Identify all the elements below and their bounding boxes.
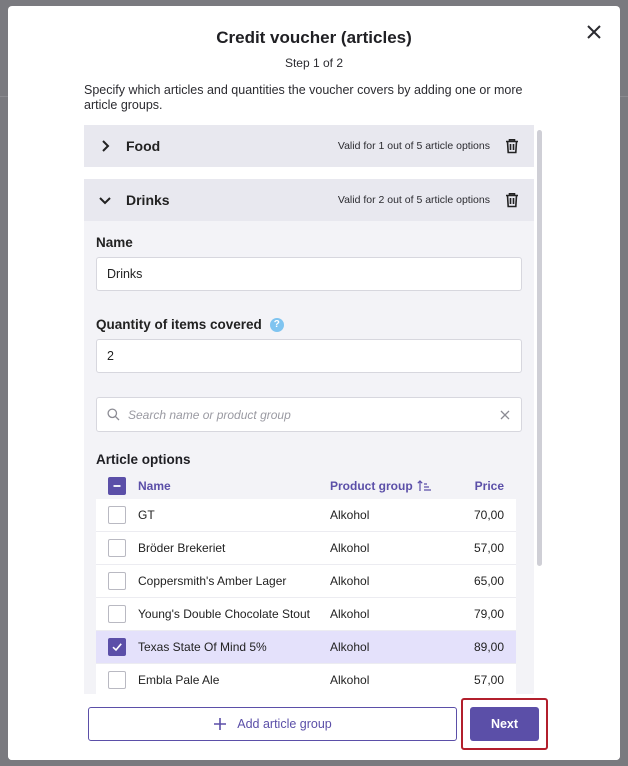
column-header-price[interactable]: Price [450, 479, 504, 493]
table-row[interactable]: Texas State Of Mind 5% Alkohol 89,00 [96, 631, 516, 664]
column-header-product-group[interactable]: Product group [330, 479, 450, 493]
name-label: Name [96, 235, 522, 250]
row-checkbox-cell [96, 572, 138, 590]
row-checkbox[interactable] [108, 605, 126, 623]
group-valid-text: Valid for 1 out of 5 article options [337, 140, 490, 152]
row-checkbox-cell [96, 638, 138, 656]
add-article-group-label: Add article group [237, 717, 332, 731]
group-header-food[interactable]: Food Valid for 1 out of 5 article option… [84, 125, 534, 167]
row-price: 57,00 [473, 673, 504, 687]
modal-title: Credit voucher (articles) [216, 28, 412, 47]
header-checkbox-cell [96, 477, 138, 495]
row-name: Texas State Of Mind 5% [138, 640, 267, 654]
row-checkbox[interactable] [108, 572, 126, 590]
row-checkbox[interactable] [108, 671, 126, 689]
row-group: Alkohol [330, 673, 370, 687]
group-name: Food [126, 138, 161, 154]
add-article-group-button[interactable]: Add article group [88, 707, 457, 741]
group-body-drinks: Name Drinks Quantity of items covered ? … [84, 221, 534, 694]
search-placeholder: Search name or product group [128, 407, 291, 422]
row-checkbox[interactable] [108, 638, 126, 656]
modal-description: Specify which articles and quantities th… [84, 83, 523, 112]
row-group: Alkohol [330, 541, 370, 555]
row-name: Bröder Brekeriet [138, 541, 226, 555]
row-checkbox-cell [96, 539, 138, 557]
chevron-down-icon[interactable] [98, 193, 112, 207]
group-header-drinks[interactable]: Drinks Valid for 2 out of 5 article opti… [84, 179, 534, 221]
table-row[interactable]: Bröder Brekeriet Alkohol 57,00 [96, 532, 516, 565]
row-name: Coppersmith's Amber Lager [138, 574, 287, 588]
trash-icon[interactable] [504, 192, 520, 208]
row-checkbox[interactable] [108, 506, 126, 524]
row-checkbox-cell [96, 671, 138, 689]
article-group-food: Food Valid for 1 out of 5 article option… [84, 125, 534, 167]
sort-icon[interactable] [417, 480, 431, 492]
plus-icon [214, 718, 227, 730]
credit-voucher-modal: Credit voucher (articles) Step 1 of 2 Sp… [8, 6, 620, 760]
help-icon[interactable]: ? [269, 317, 284, 332]
row-price: 89,00 [473, 640, 504, 654]
quantity-label: Quantity of items covered ? [96, 317, 522, 332]
row-name: Embla Pale Ale [138, 673, 220, 687]
name-input[interactable]: Drinks [96, 257, 522, 291]
group-name: Drinks [126, 192, 170, 208]
table-row[interactable]: GT Alkohol 70,00 [96, 499, 516, 532]
row-group: Alkohol [330, 607, 370, 621]
table-row[interactable]: Coppersmith's Amber Lager Alkohol 65,00 [96, 565, 516, 598]
minus-icon [113, 485, 121, 487]
article-options-label: Article options [96, 452, 191, 467]
row-checkbox[interactable] [108, 539, 126, 557]
row-price: 57,00 [473, 541, 504, 555]
column-header-product-group-label: Product group [330, 479, 413, 493]
article-options-table: Name Product group Price GT Alkohol 70,0… [96, 473, 516, 694]
name-label-text: Name [96, 235, 133, 250]
step-indicator: Step 1 of 2 [284, 56, 344, 70]
quantity-input[interactable]: 2 [96, 339, 522, 373]
row-name: Young's Double Chocolate Stout [138, 607, 310, 621]
row-checkbox-cell [96, 506, 138, 524]
row-group: Alkohol [330, 574, 370, 588]
table-header: Name Product group Price [96, 473, 516, 499]
modal-body[interactable]: Specify which articles and quantities th… [84, 80, 544, 694]
row-price: 70,00 [473, 508, 504, 522]
quantity-label-text: Quantity of items covered [96, 317, 262, 332]
article-search-input[interactable]: Search name or product group [96, 397, 522, 432]
trash-icon[interactable] [504, 138, 520, 154]
row-checkbox-cell [96, 605, 138, 623]
modal-footer: Add article group Next [8, 696, 620, 760]
row-price: 79,00 [473, 607, 504, 621]
next-button[interactable]: Next [470, 707, 539, 741]
group-valid-text: Valid for 2 out of 5 article options [337, 194, 490, 206]
table-row[interactable]: Embla Pale Ale Alkohol 57,00 [96, 664, 516, 694]
article-group-drinks: Drinks Valid for 2 out of 5 article opti… [84, 179, 534, 694]
chevron-right-icon[interactable] [98, 139, 112, 153]
row-group: Alkohol [330, 640, 370, 654]
row-name: GT [138, 508, 155, 522]
search-icon [107, 408, 120, 421]
row-group: Alkohol [330, 508, 370, 522]
table-scrollbar[interactable] [537, 130, 542, 566]
select-all-checkbox[interactable] [108, 477, 126, 495]
column-header-name[interactable]: Name [138, 479, 330, 493]
checkmark-icon [112, 643, 122, 652]
clear-icon[interactable] [499, 409, 511, 421]
row-price: 65,00 [473, 574, 504, 588]
table-row[interactable]: Young's Double Chocolate Stout Alkohol 7… [96, 598, 516, 631]
